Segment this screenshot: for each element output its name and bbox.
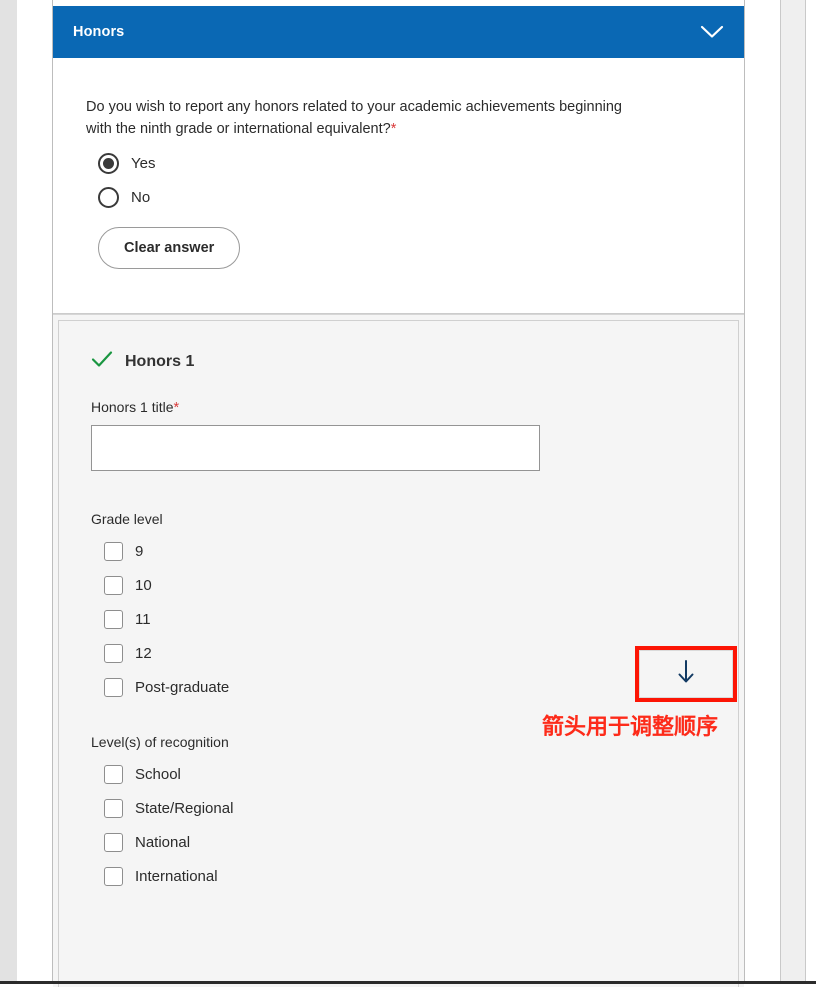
section-header-honors[interactable]: Honors <box>53 6 744 58</box>
page-left-margin <box>17 0 52 984</box>
section-title: Honors <box>73 24 124 40</box>
checkbox-grade-10[interactable]: 10 <box>104 576 738 595</box>
radio-option-no[interactable]: No <box>98 187 744 208</box>
honors-entry-header: Honors 1 <box>91 349 738 374</box>
checkbox-recognition-national-label: National <box>135 834 190 851</box>
checkbox-grade-9-label: 9 <box>135 543 143 560</box>
checkbox-grade-12-label: 12 <box>135 645 152 662</box>
page-right-edge <box>806 0 816 984</box>
required-asterisk: * <box>391 121 397 137</box>
checkbox-grade-10-label: 10 <box>135 577 152 594</box>
checkbox-grade-post-graduate-label: Post-graduate <box>135 679 229 696</box>
checkbox-recognition-international-label: International <box>135 868 218 885</box>
checkbox-grade-10-input[interactable] <box>104 576 123 595</box>
honors-title-label-text: Honors 1 title <box>91 399 173 415</box>
honors-question-block: Do you wish to report any honors related… <box>53 58 744 314</box>
checkbox-recognition-national[interactable]: National <box>104 833 738 852</box>
checkbox-recognition-international[interactable]: International <box>104 867 738 886</box>
checkbox-recognition-international-input[interactable] <box>104 867 123 886</box>
checkbox-grade-post-graduate-input[interactable] <box>104 678 123 697</box>
checkbox-grade-9[interactable]: 9 <box>104 542 738 561</box>
checkbox-recognition-school-input[interactable] <box>104 765 123 784</box>
radio-yes-label: Yes <box>131 155 155 172</box>
radio-option-yes[interactable]: Yes <box>98 153 744 174</box>
honors-entry-card: Honors 1 箭头用于调整顺序 Honors 1 title* <box>53 314 744 987</box>
checkbox-recognition-school[interactable]: School <box>104 765 738 784</box>
honors-question-text: Do you wish to report any honors related… <box>86 96 626 140</box>
checkbox-recognition-national-input[interactable] <box>104 833 123 852</box>
reorder-button-highlight-group <box>635 646 737 702</box>
check-icon <box>91 349 113 374</box>
annotation-text: 箭头用于调整顺序 <box>542 709 718 741</box>
honors-title-required-asterisk: * <box>173 400 179 416</box>
grade-level-group-label: Grade level <box>91 511 738 527</box>
annotation-highlight-box <box>635 646 737 702</box>
checkbox-recognition-school-label: School <box>135 766 181 783</box>
radio-no-label: No <box>131 189 150 206</box>
checkbox-grade-11-input[interactable] <box>104 610 123 629</box>
checkbox-grade-11-label: 11 <box>135 611 151 628</box>
radio-yes-input[interactable] <box>98 153 119 174</box>
checkbox-grade-11[interactable]: 11 <box>104 610 738 629</box>
honors-title-field-label: Honors 1 title* <box>91 399 738 416</box>
checkbox-recognition-state-regional-input[interactable] <box>104 799 123 818</box>
radio-no-input[interactable] <box>98 187 119 208</box>
checkbox-recognition-state-regional[interactable]: State/Regional <box>104 799 738 818</box>
checkbox-grade-12-input[interactable] <box>104 644 123 663</box>
vertical-scrollbar[interactable] <box>780 0 806 984</box>
chevron-down-icon[interactable] <box>694 15 730 49</box>
page-right-margin <box>745 0 780 984</box>
honors-title-input[interactable] <box>91 425 540 471</box>
clear-answer-button[interactable]: Clear answer <box>98 227 240 269</box>
page-left-gutter <box>0 0 17 984</box>
checkbox-recognition-state-regional-label: State/Regional <box>135 800 233 817</box>
question-prompt: Do you wish to report any honors related… <box>86 99 622 137</box>
honors-entry-title: Honors 1 <box>125 353 194 371</box>
checkbox-grade-9-input[interactable] <box>104 542 123 561</box>
honors-entry-card-inner: Honors 1 箭头用于调整顺序 Honors 1 title* <box>58 320 739 987</box>
honors-form-panel: Honors Do you wish to report any honors … <box>52 0 745 984</box>
